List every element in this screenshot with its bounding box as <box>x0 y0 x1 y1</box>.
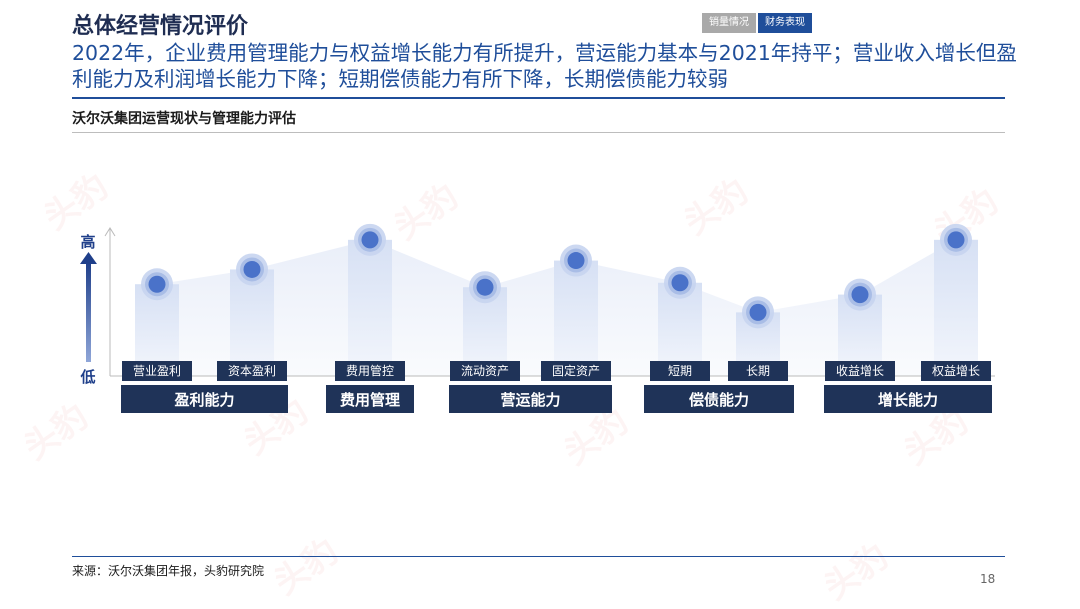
category-label: 收益增长 <box>836 364 884 378</box>
scale-arrow-shaft <box>86 262 91 362</box>
group-label: 盈利能力 <box>173 391 234 409</box>
category-label: 长期 <box>746 364 770 378</box>
scale-arrow-head <box>80 252 97 264</box>
category-label: 营业盈利 <box>133 364 181 378</box>
bar <box>348 239 392 376</box>
bar-marker <box>671 274 689 292</box>
bar-marker <box>851 286 869 304</box>
group-label: 增长能力 <box>878 391 938 409</box>
bar-marker <box>567 252 585 270</box>
category-label: 固定资产 <box>552 363 600 378</box>
bar-marker <box>749 303 767 321</box>
category-label: 流动资产 <box>461 364 509 378</box>
y-axis-high-label: 高 <box>80 233 95 251</box>
bar <box>554 260 598 376</box>
bar-marker <box>476 278 494 296</box>
group-label: 费用管理 <box>340 391 400 409</box>
bar-marker <box>148 275 166 293</box>
category-label: 资本盈利 <box>228 364 276 378</box>
footer-divider <box>72 556 1005 557</box>
group-label: 营运能力 <box>500 391 560 409</box>
bar <box>934 239 978 376</box>
category-label: 短期 <box>668 364 692 378</box>
bar-marker <box>243 260 261 278</box>
bar-marker <box>947 231 965 249</box>
group-label: 偿债能力 <box>689 391 749 409</box>
category-label: 权益增长 <box>932 364 980 378</box>
page-number: 18 <box>980 572 996 586</box>
category-label: 费用管控 <box>346 363 394 378</box>
source-note: 来源：沃尔沃集团年报，头豹研究院 <box>72 564 265 578</box>
bar-marker <box>361 231 379 249</box>
y-axis-low-label: 低 <box>79 368 95 386</box>
capability-chart: 高 低 营业盈利 资本盈利 费用管控 流动资产 固定资产 短期 长期 收益增长 权益增长 盈利能… <box>79 223 995 413</box>
